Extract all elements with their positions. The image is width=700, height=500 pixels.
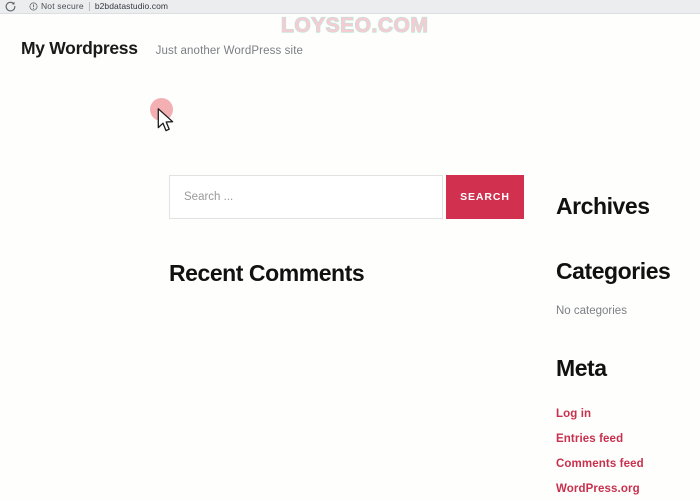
list-item: WordPress.org <box>556 479 696 497</box>
security-status-label: Not secure <box>41 1 84 12</box>
meta-link-list: Log in Entries feed Comments feed WordPr… <box>556 404 696 497</box>
widget-title-categories: Categories <box>556 258 671 285</box>
meta-link-comments-feed[interactable]: Comments feed <box>556 458 644 472</box>
url-text[interactable]: b2bdatastudio.com <box>95 2 168 11</box>
search-form: SEARCH <box>169 175 524 219</box>
list-item: Log in <box>556 404 696 422</box>
widget-archives: Archives <box>556 193 696 220</box>
reload-icon[interactable] <box>4 0 17 13</box>
widget-meta: Meta Log in Entries feed Comments feed W… <box>556 356 696 496</box>
search-button[interactable]: SEARCH <box>446 175 524 219</box>
info-circle-icon[interactable] <box>29 2 38 11</box>
site-tagline: Just another WordPress site <box>155 45 304 57</box>
page-content: My Wordpress Just another WordPress site… <box>0 15 700 500</box>
search-input[interactable] <box>169 175 443 219</box>
sidebar: Archives Categories No categories Meta L… <box>556 175 696 500</box>
omnibox-divider <box>88 2 90 11</box>
site-title[interactable]: My Wordpress <box>21 39 138 58</box>
categories-empty-text: No categories <box>556 304 627 317</box>
meta-link-login[interactable]: Log in <box>556 408 591 422</box>
meta-link-wordpress-org[interactable]: WordPress.org <box>556 483 640 497</box>
widget-categories: Categories No categories <box>556 259 696 318</box>
recent-comments-heading: Recent Comments <box>169 260 365 286</box>
site-header: My Wordpress Just another WordPress site <box>21 39 304 58</box>
widget-title-meta: Meta <box>556 355 607 382</box>
mouse-pointer-icon <box>157 108 174 132</box>
watermark-loyseo: LOYSEO.COM <box>280 14 429 37</box>
browser-toolbar: Not secure b2bdatastudio.com <box>0 0 700 14</box>
omnibox[interactable]: Not secure b2bdatastudio.com <box>29 0 168 13</box>
widget-title-archives: Archives <box>556 193 650 220</box>
list-item: Entries feed <box>556 429 696 447</box>
main-column: SEARCH Recent Comments <box>169 175 524 305</box>
list-item: Comments feed <box>556 454 696 472</box>
meta-link-entries-feed[interactable]: Entries feed <box>556 433 623 447</box>
browser-window: Not secure b2bdatastudio.com My Wordpres… <box>0 0 700 500</box>
